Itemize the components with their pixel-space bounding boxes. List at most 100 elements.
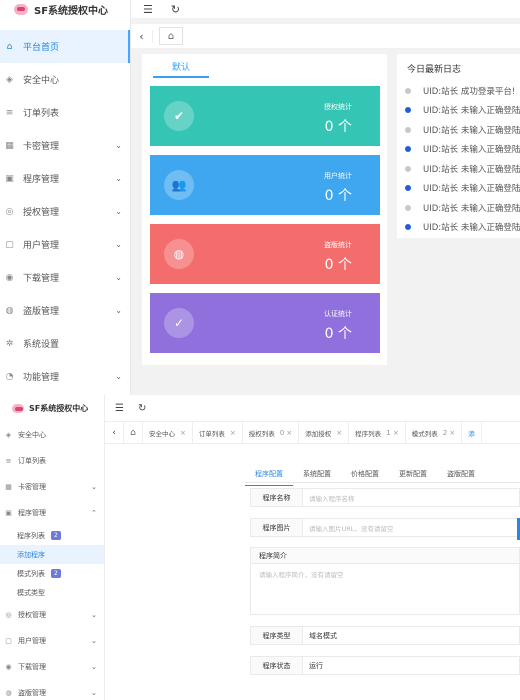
page-tab[interactable]: 添加授权 ×	[299, 421, 350, 444]
stat-card[interactable]: ✔ 授权统计 0 个	[150, 86, 380, 146]
program-status-label: 程序状态	[251, 657, 303, 674]
program-intro-textarea[interactable]: 请输入程序简介，没有请留空	[251, 564, 519, 584]
program-status-select[interactable]: 运行	[303, 661, 519, 671]
piracy-icon: ◍	[5, 689, 12, 697]
sidebar-item[interactable]: ▦ 卡密管理 ⌄	[0, 474, 104, 500]
program-type-select[interactable]: 域名模式	[303, 631, 519, 641]
tab-back-icon[interactable]: ‹	[105, 428, 123, 438]
sidebar-item-label: 卡密管理	[18, 483, 46, 491]
card-icon: ▦	[5, 483, 12, 491]
log-item: UID:站长 未输入正确登陆	[405, 218, 520, 238]
close-icon[interactable]: ×	[336, 429, 342, 437]
tab-label: 添加授权	[305, 429, 332, 438]
sidebar-item-label: 功能管理	[23, 373, 60, 383]
close-icon[interactable]: 1 ×	[386, 429, 399, 437]
page-tab[interactable]: 添	[462, 421, 482, 444]
home-icon[interactable]: ⌂	[159, 27, 183, 45]
tab-back-icon[interactable]: ‹	[131, 29, 153, 43]
sidebar-item-10[interactable]: ◔ 功能管理 ⌄	[0, 360, 130, 393]
logo-icon	[14, 3, 28, 15]
timeline-dot-icon	[405, 204, 411, 211]
key-icon: ◎	[5, 611, 12, 619]
sidebar-item-label: 下载管理	[18, 663, 46, 671]
submenu-item[interactable]: 模式类型	[0, 583, 104, 602]
log-text: UID:站长 未输入正确登陆	[423, 223, 520, 234]
log-text: UID:站长 成功登录平台!	[423, 86, 516, 97]
stat-card[interactable]: ◍ 盗版统计 0 个	[150, 224, 380, 284]
program-name-input[interactable]: 请输入程序名称	[303, 493, 519, 503]
tab-label: 订单列表	[198, 429, 225, 438]
page-tab[interactable]: 程序列表 1 ×	[349, 421, 406, 444]
sidebar-item[interactable]: ▢ 用户管理 ⌄	[0, 628, 104, 654]
page-tab[interactable]: 订单列表 ×	[193, 421, 243, 444]
dashboard-screen: SF系统授权中心 ⌂ 平台首页 ◈ 安全中心 ≡ 订单列表 ▦ 卡密管理 ⌄ ▣ 程序管理 ⌄ ◎ 授权管…	[0, 0, 520, 395]
logo[interactable]: SF系统授权中心	[0, 395, 104, 422]
globe-icon: ◍	[164, 239, 194, 269]
sidebar-item-label: 订单列表	[23, 109, 60, 119]
menu-toggle-icon[interactable]: ☰	[143, 3, 153, 16]
tab-label: 程序列表	[355, 429, 382, 438]
sidebar-menu: ⌂ 平台首页 ◈ 安全中心 ≡ 订单列表 ▦ 卡密管理 ⌄ ▣ 程序管理 ⌄ ◎ 授权管理 ⌄ ▢ 用户管理 ⌄ ◉…	[0, 30, 130, 393]
sidebar-item-4[interactable]: ▣ 程序管理 ⌄	[0, 162, 130, 195]
sidebar-item-1[interactable]: ◈ 安全中心	[0, 63, 130, 96]
sidebar-item-2[interactable]: ≡ 订单列表	[0, 96, 130, 129]
chevron-down-icon: ⌄	[115, 273, 122, 282]
sidebar-item-9[interactable]: ✲ 系统设置	[0, 327, 130, 360]
home-icon[interactable]: ⌂	[123, 421, 143, 444]
timeline-dot-icon	[405, 185, 411, 192]
page-tab[interactable]: 安全中心 ×	[143, 421, 193, 444]
app-title: SF系统授权中心	[29, 404, 89, 413]
stat-card[interactable]: ✓ 认证统计 0 个	[150, 293, 380, 353]
sidebar-item[interactable]: ▣ 程序管理 ⌃	[0, 500, 104, 526]
page-tab[interactable]: 模式列表 2 ×	[406, 421, 463, 444]
chevron-down-icon: ⌄	[91, 483, 97, 491]
timeline-dot-icon	[405, 126, 411, 133]
menu-toggle-icon[interactable]: ☰	[115, 403, 124, 414]
sidebar-item-label: 系统设置	[23, 340, 60, 350]
stat-label: 用户统计	[324, 172, 352, 180]
list-icon: ≡	[5, 457, 12, 465]
sidebar-item[interactable]: ◍ 盗版管理 ⌄	[0, 680, 104, 700]
timeline-dot-icon	[405, 224, 411, 231]
sidebar-item-0[interactable]: ⌂ 平台首页	[0, 30, 130, 63]
stat-card[interactable]: 👥 用户统计 0 个	[150, 155, 380, 215]
sidebar-item[interactable]: ≡ 订单列表	[0, 448, 104, 474]
sidebar-item-5[interactable]: ◎ 授权管理 ⌄	[0, 195, 130, 228]
sidebar-item-7[interactable]: ◉ 下载管理 ⌄	[0, 261, 130, 294]
program-name-label: 程序名称	[251, 489, 303, 506]
close-icon[interactable]: 2 ×	[443, 429, 456, 437]
log-text: UID:站长 未输入正确登陆	[423, 164, 520, 175]
check-circle-icon: ✓	[164, 308, 194, 338]
sidebar-item-8[interactable]: ◍ 盗版管理 ⌄	[0, 294, 130, 327]
refresh-icon[interactable]: ↻	[171, 3, 180, 16]
close-icon[interactable]: 0 ×	[280, 429, 293, 437]
close-icon[interactable]: ×	[180, 429, 186, 437]
sidebar-item-label: 用户管理	[18, 637, 46, 645]
sidebar-item-6[interactable]: ▢ 用户管理 ⌄	[0, 228, 130, 261]
count-badge: 2	[51, 531, 61, 540]
shield-icon: ◈	[6, 74, 13, 85]
sidebar-item-3[interactable]: ▦ 卡密管理 ⌄	[0, 129, 130, 162]
page-tab[interactable]: 授权列表 0 ×	[243, 421, 300, 444]
submenu-item[interactable]: 模式列表 2	[0, 564, 104, 583]
submenu-item[interactable]: 程序列表 2	[0, 526, 104, 545]
sidebar-item-label: 盗版管理	[18, 689, 46, 697]
logo[interactable]: SF系统授权中心	[0, 0, 130, 18]
sidebar-item[interactable]: ◉ 下载管理 ⌄	[0, 654, 104, 680]
sidebar-item-label: 程序管理	[23, 175, 60, 185]
sidebar-item-label: 订单列表	[18, 457, 46, 465]
logo-icon	[12, 404, 24, 413]
sidebar-item[interactable]: ◎ 授权管理 ⌄	[0, 602, 104, 628]
log-text: UID:站长 未输入正确登陆	[423, 106, 520, 117]
refresh-icon[interactable]: ↻	[138, 403, 146, 414]
close-icon[interactable]: ×	[230, 429, 236, 437]
topbar: ☰ ↻	[105, 395, 520, 422]
stat-value: 0 个	[324, 119, 352, 135]
submenu-item[interactable]: 添加程序	[0, 545, 104, 564]
timeline-dot-icon	[405, 165, 411, 172]
stat-value: 0 个	[324, 326, 352, 342]
program-type-label: 程序类型	[251, 627, 303, 644]
program-image-input[interactable]: 请输入图片URL，没有请留空	[303, 523, 519, 533]
tab-default[interactable]: 默认	[153, 58, 209, 78]
sidebar-item[interactable]: ◈ 安全中心	[0, 422, 104, 448]
